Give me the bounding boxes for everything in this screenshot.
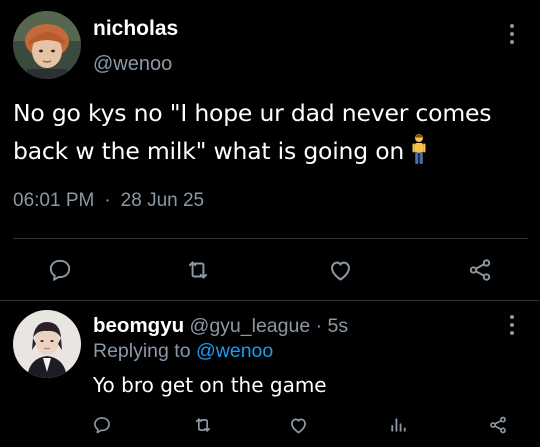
like-icon[interactable] — [324, 254, 356, 286]
more-options-icon[interactable] — [504, 313, 520, 337]
divider — [13, 238, 528, 239]
reply-header: beomgyu @gyu_league · 5s — [93, 314, 348, 338]
avatar-image — [13, 310, 81, 378]
tweet-time: 06:01 PM — [13, 190, 95, 211]
tweet-date: 28 Jun 25 — [120, 190, 205, 211]
meta-separator: · — [104, 190, 111, 211]
main-tweet: nicholas @wenoo No go kys no "I hope ur … — [0, 0, 540, 300]
replying-to-label: Replying to — [93, 340, 191, 362]
reply-separator: · — [315, 315, 323, 337]
tweet-divider — [0, 300, 540, 301]
retweet-icon[interactable] — [182, 254, 214, 286]
display-name[interactable]: nicholas — [93, 17, 178, 41]
reply-time[interactable]: 5s — [328, 315, 349, 337]
like-icon[interactable] — [285, 412, 311, 438]
tweet-text: No go kys no "I hope ur dad never comes … — [13, 94, 528, 176]
replying-to: Replying to @wenoo — [93, 340, 273, 363]
standing-person-emoji-icon — [410, 133, 428, 176]
replying-to-mention[interactable]: @wenoo — [196, 340, 273, 362]
user-handle[interactable]: @wenoo — [93, 53, 172, 76]
reply-avatar[interactable] — [13, 310, 81, 378]
more-options-icon[interactable] — [504, 22, 520, 46]
reply-user-handle[interactable]: @gyu_league — [190, 315, 311, 337]
retweet-icon[interactable] — [190, 412, 216, 438]
reply-display-name[interactable]: beomgyu — [93, 314, 184, 337]
share-icon[interactable] — [464, 254, 496, 286]
share-icon[interactable] — [485, 412, 511, 438]
views-icon[interactable] — [385, 412, 411, 438]
reply-icon[interactable] — [44, 254, 76, 286]
reply-icon[interactable] — [89, 412, 115, 438]
tweet-timestamp[interactable]: 06:01 PM · 28 Jun 25 — [13, 190, 204, 212]
avatar[interactable] — [13, 11, 81, 79]
avatar-image — [13, 11, 81, 79]
reply-text: Yo bro get on the game — [93, 373, 327, 397]
